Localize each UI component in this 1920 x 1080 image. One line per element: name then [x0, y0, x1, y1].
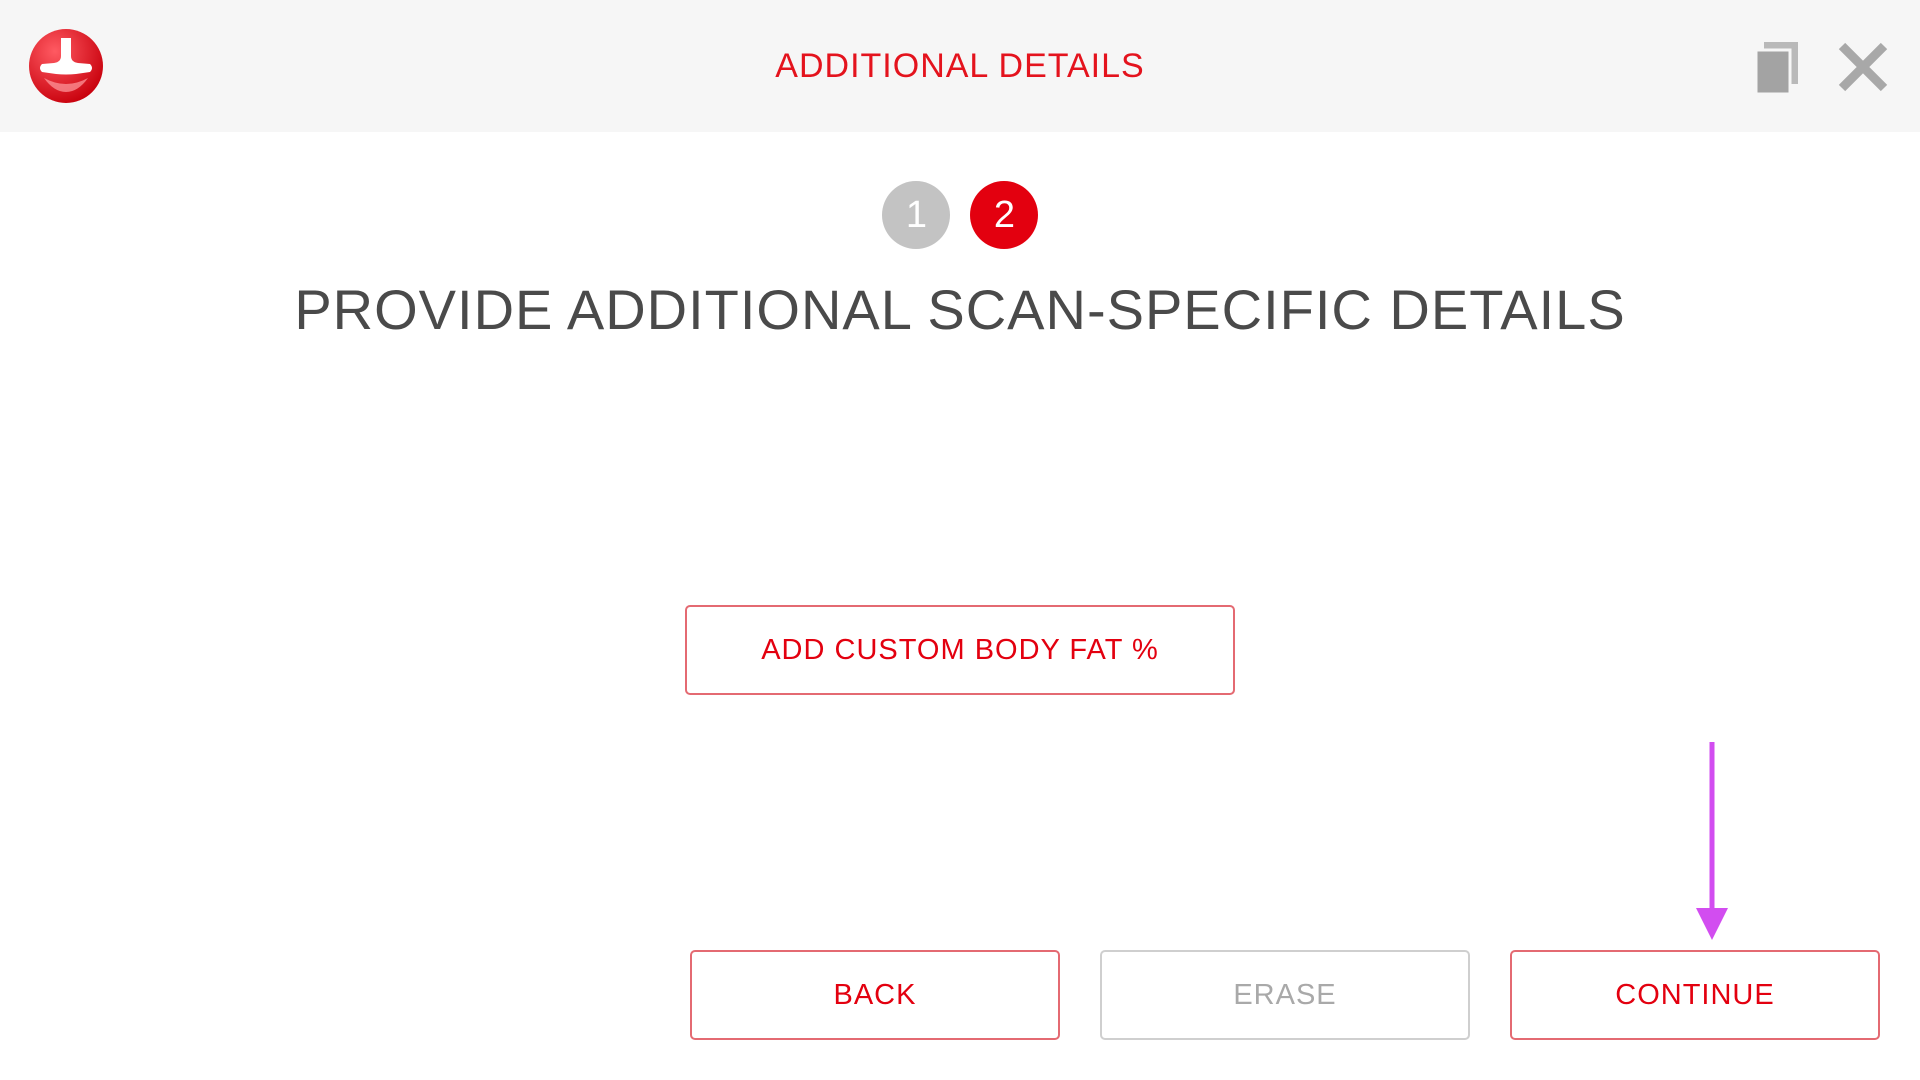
- page-heading: PROVIDE ADDITIONAL SCAN-SPECIFIC DETAILS: [294, 278, 1626, 341]
- copy-icon[interactable]: [1752, 40, 1802, 96]
- top-bar: ADDITIONAL DETAILS: [0, 0, 1920, 132]
- continue-button[interactable]: CONTINUE: [1510, 950, 1880, 1040]
- add-custom-body-fat-button[interactable]: ADD CUSTOM BODY FAT %: [685, 605, 1235, 695]
- header-title: ADDITIONAL DETAILS: [775, 47, 1145, 85]
- down-arrow-icon: [1696, 742, 1728, 940]
- step-2-indicator: 2: [970, 181, 1038, 249]
- back-button[interactable]: BACK: [690, 950, 1060, 1040]
- erase-button[interactable]: ERASE: [1100, 950, 1470, 1040]
- close-icon[interactable]: [1836, 40, 1890, 94]
- step-indicator: 1 2: [0, 181, 1920, 249]
- step-1-indicator: 1: [882, 181, 950, 249]
